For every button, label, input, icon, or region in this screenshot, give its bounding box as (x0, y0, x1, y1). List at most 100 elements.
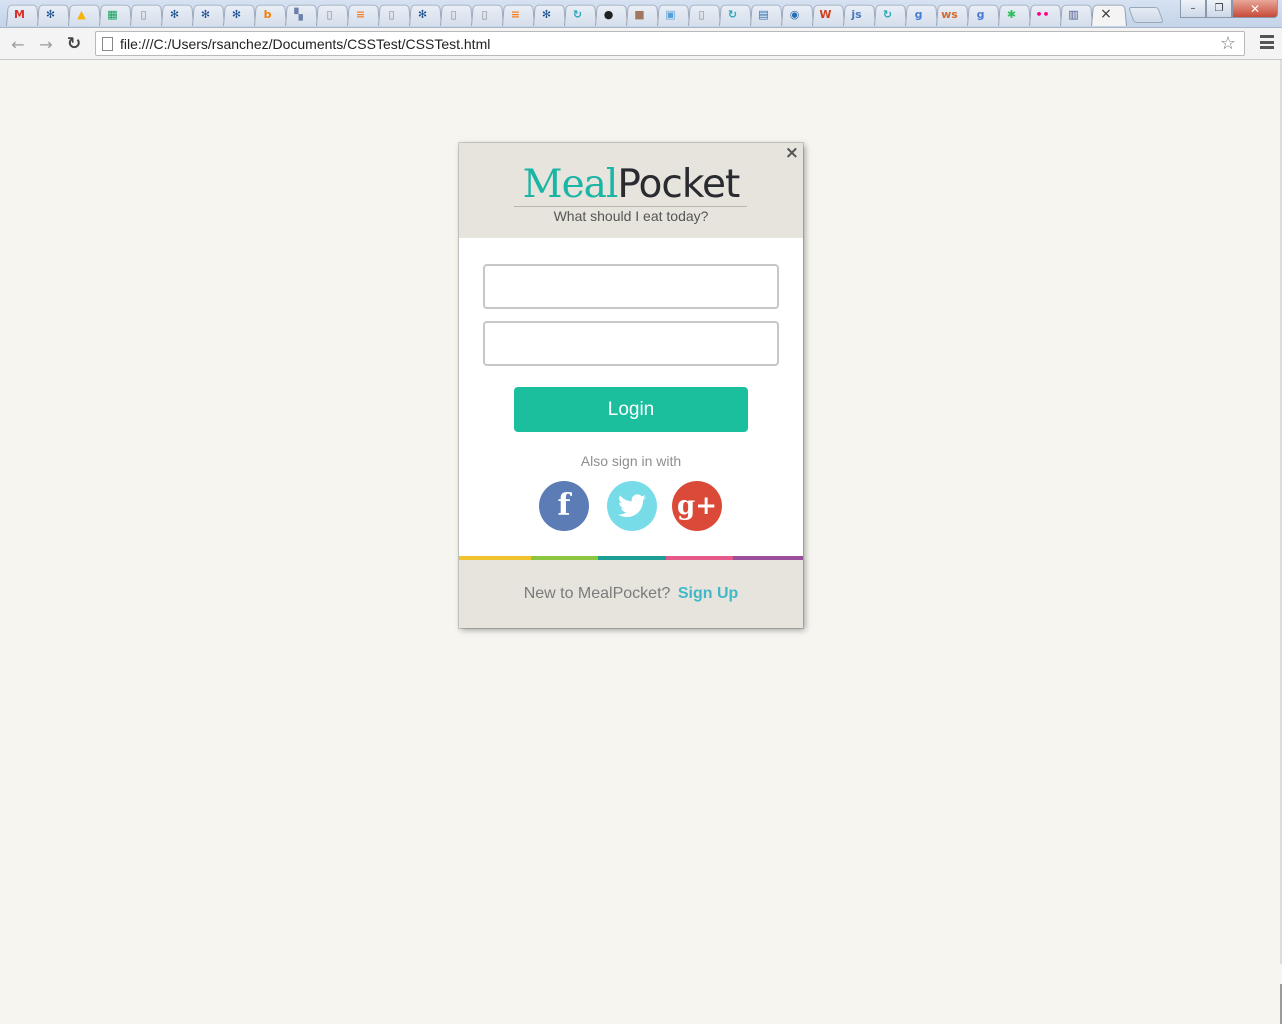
close-icon[interactable]: × (1098, 6, 1114, 22)
signup-prompt: New to MealPocket? Sign Up (459, 585, 803, 603)
close-icon[interactable]: × (785, 143, 799, 163)
browser-tab[interactable]: ≡ (345, 2, 376, 26)
browser-tab[interactable]: b (252, 2, 283, 26)
tab-active[interactable]: × (1089, 2, 1123, 26)
browser-tab[interactable]: js (841, 2, 872, 26)
modal-footer: New to MealPocket? Sign Up (459, 560, 803, 628)
twitter-button[interactable] (607, 481, 657, 531)
wr-icon: W (819, 7, 832, 21)
browser-tab[interactable]: ↻ (562, 2, 593, 26)
browser-tab[interactable]: g (965, 2, 996, 26)
browser-tab[interactable]: ✻ (190, 2, 221, 26)
window-close-button[interactable]: ✕ (1232, 0, 1278, 18)
menu-icon[interactable] (1260, 35, 1274, 49)
google-plus-button[interactable]: g+ (672, 481, 722, 531)
back-button[interactable]: ← (8, 34, 28, 54)
browser-tab[interactable]: ▯ (438, 2, 469, 26)
new-tab-button[interactable] (1128, 7, 1164, 23)
grid-icon: ▚ (294, 7, 303, 21)
brand-pocket: Pocket (617, 162, 740, 207)
address-url[interactable]: file:///C:/Users/rsanchez/Documents/CSST… (120, 36, 490, 52)
login-modal: × MealPocket What should I eat today? Lo… (459, 143, 803, 628)
browser-tab[interactable]: ◉ (779, 2, 810, 26)
page-icon: ▯ (450, 7, 457, 21)
flickr-icon: •• (1035, 7, 1050, 21)
tagline: What should I eat today? (553, 208, 709, 224)
browser-tab[interactable]: •• (1027, 2, 1058, 26)
window-controls: – ❐ ✕ (1180, 0, 1278, 18)
also-sign-in-label: Also sign in with (580, 453, 682, 469)
stackoverflow-icon: ≡ (510, 7, 521, 21)
browser-toolbar: ← → ↻ file:///C:/Users/rsanchez/Document… (0, 28, 1282, 60)
facebook-icon: f (557, 488, 571, 523)
browser-tabstrip: M ✻ ▲ ▦ ▯ ✻ ✻ ✻ b ▚ ▯ ≡ ▯ ✻ ▯ ▯ ≡ ✻ ↻ ● ■ ▣ ▯ ↻ ▤ ◉ Wjs ↻ g ws g ✱ •• ▥ × … (0, 0, 1282, 28)
bookmark-star-icon[interactable]: ☆ (1220, 33, 1236, 54)
reload-button[interactable]: ↻ (64, 34, 84, 54)
jsfiddle-icon: js (851, 7, 862, 21)
refresh-icon: ↻ (572, 7, 583, 21)
forward-button[interactable]: → (36, 34, 56, 54)
w3schools-icon: ws (941, 7, 958, 21)
browser-tab[interactable]: ▯ (314, 2, 345, 26)
twitter-icon (618, 494, 646, 518)
browser-tab[interactable]: ≡ (500, 2, 531, 26)
browser-tab[interactable]: M (4, 2, 35, 26)
google-icon: g (976, 7, 985, 21)
facebook-button[interactable]: f (539, 481, 589, 531)
confluence-icon: ✻ (169, 7, 180, 21)
browser-tab[interactable]: ▥ (1058, 2, 1089, 26)
browser-tab[interactable]: ▯ (376, 2, 407, 26)
browser-tab[interactable]: ↻ (717, 2, 748, 26)
photo-icon: ■ (634, 7, 645, 21)
browser-tab[interactable]: ✻ (531, 2, 562, 26)
restore-button[interactable]: ❐ (1206, 0, 1232, 18)
browser-tab[interactable]: ✱ (996, 2, 1027, 26)
browser-tab[interactable]: ▚ (283, 2, 314, 26)
browser-tab[interactable]: g (903, 2, 934, 26)
page-icon: ▯ (140, 7, 147, 21)
page-icon (102, 37, 113, 51)
refresh-icon: ↻ (727, 7, 738, 21)
confluence-icon: ✻ (541, 7, 552, 21)
browser-tab[interactable]: ws (934, 2, 965, 26)
minimize-button[interactable]: – (1180, 0, 1206, 18)
page-icon: ▯ (326, 7, 333, 21)
browser-tab[interactable]: ✻ (159, 2, 190, 26)
browser-tab[interactable]: ▤ (748, 2, 779, 26)
browser-tab[interactable]: ▯ (128, 2, 159, 26)
password-input[interactable] (483, 321, 779, 366)
browser-tab[interactable]: ▣ (655, 2, 686, 26)
browser-tab[interactable]: ▦ (97, 2, 128, 26)
browser-tab[interactable]: ● (593, 2, 624, 26)
address-bar[interactable]: file:///C:/Users/rsanchez/Documents/CSST… (95, 31, 1245, 56)
brand-meal: Meal (522, 162, 619, 207)
browser-tab[interactable]: ↻ (872, 2, 903, 26)
page-icon: ▯ (481, 7, 488, 21)
stackoverflow-icon: ≡ (355, 7, 366, 21)
github-icon: ● (603, 7, 614, 21)
modal-header: × MealPocket What should I eat today? (459, 143, 803, 238)
login-button[interactable]: Login (514, 387, 748, 432)
signup-link[interactable]: Sign Up (678, 585, 738, 602)
gmail-icon: M (14, 7, 25, 21)
browser-tab[interactable]: ✻ (407, 2, 438, 26)
confluence-icon: ✻ (231, 7, 242, 21)
browser-tab[interactable]: ▯ (469, 2, 500, 26)
confluence-icon: ✻ (417, 7, 428, 21)
browser-tab[interactable]: ✻ (35, 2, 66, 26)
google-icon: g (914, 7, 923, 21)
username-input[interactable] (483, 264, 779, 309)
brand-divider (514, 206, 747, 207)
browser-tab[interactable]: W (810, 2, 841, 26)
tripadvisor-icon: ◉ (789, 7, 800, 21)
confluence-icon: ✻ (200, 7, 211, 21)
browser-tab[interactable]: ✻ (221, 2, 252, 26)
browser-tab[interactable]: ▲ (66, 2, 97, 26)
page-icon: ▯ (698, 7, 705, 21)
drive-icon: ▲ (77, 7, 86, 21)
sheets-icon: ▦ (107, 7, 118, 21)
browser-tab[interactable]: ▯ (686, 2, 717, 26)
blogger-icon: b (263, 7, 272, 21)
brand-logo: MealPocket (459, 163, 803, 207)
browser-tab[interactable]: ■ (624, 2, 655, 26)
